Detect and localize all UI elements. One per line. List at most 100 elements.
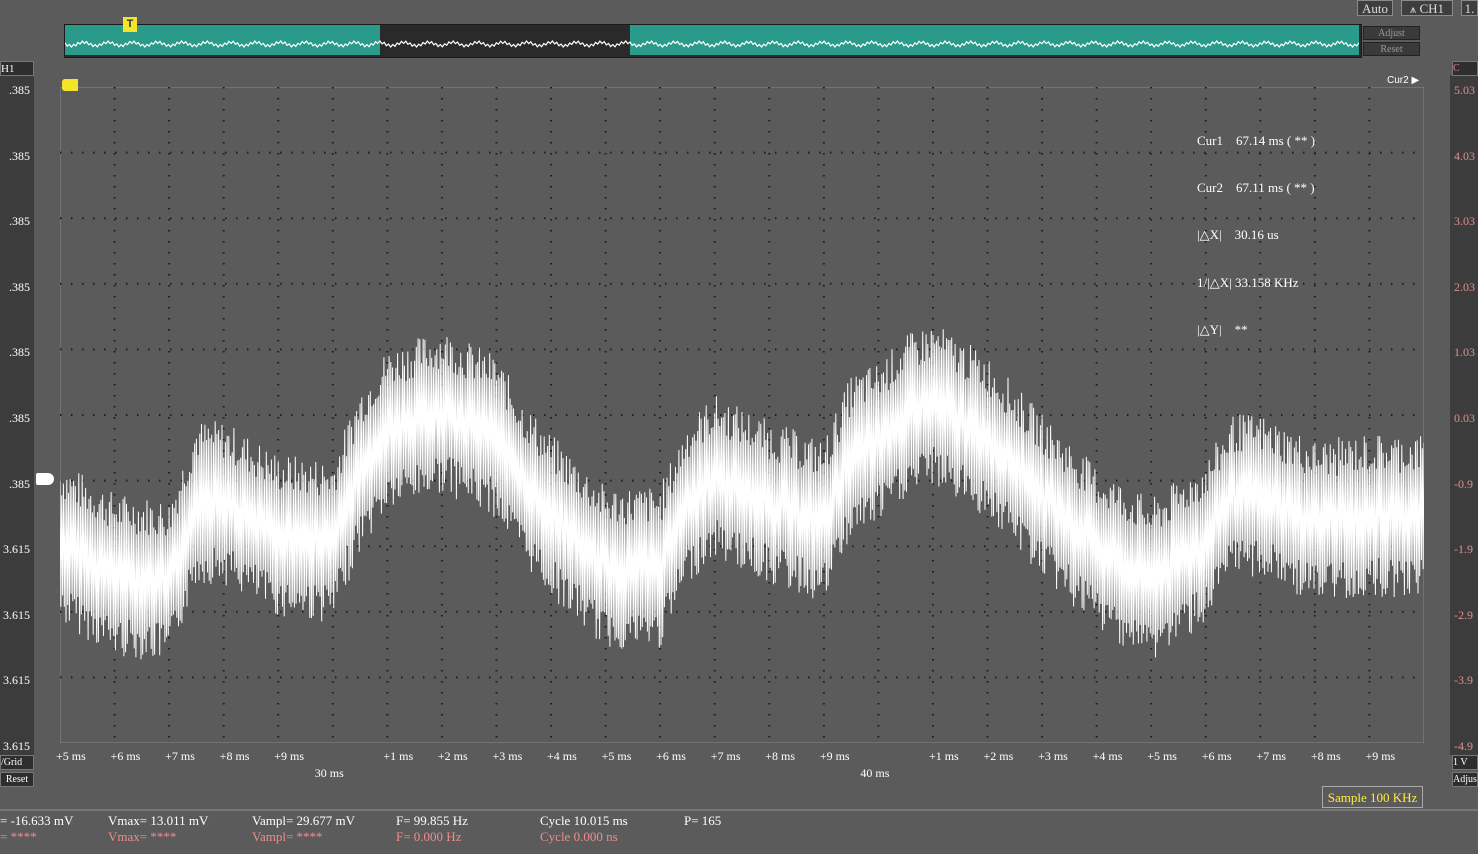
x-axis-tick-label: +7 ms <box>710 749 741 763</box>
waveform-trace <box>60 329 1424 660</box>
vampl-measure-ch2: Vampl= **** <box>252 829 323 844</box>
x-axis-tick-label: +4 ms <box>547 749 577 763</box>
x-axis-tick-label: +3 ms <box>1038 749 1068 763</box>
data-point <box>194 500 198 504</box>
x-axis-tick-label: +5 ms <box>1147 749 1177 763</box>
overview-fill-left <box>65 25 380 55</box>
trigger-edge-icon: ⩚ <box>1409 4 1417 16</box>
delta-y-readout: |△Y| ** <box>1197 322 1248 338</box>
data-point <box>1231 494 1235 498</box>
data-point <box>849 454 853 458</box>
trigger-marker[interactable]: T <box>123 17 137 32</box>
data-point <box>222 500 226 504</box>
x-axis-major-label: 30 ms <box>314 766 344 780</box>
left-axis-tick-label: .385 <box>9 345 30 360</box>
data-point <box>167 579 171 583</box>
x-axis-tick-label: +8 ms <box>765 749 796 763</box>
left-axis-tick-label: .385 <box>9 148 30 163</box>
cycle-measure: Cycle 10.015 ms <box>540 813 628 828</box>
data-point <box>1095 546 1099 550</box>
data-point <box>276 533 280 537</box>
x-axis-tick-label: +9 ms <box>819 749 850 763</box>
x-axis-tick-label: +4 ms <box>1092 749 1123 763</box>
cycle-measure-ch2: Cycle 0.000 ns <box>540 829 618 844</box>
data-point <box>1258 494 1262 498</box>
vmin-measure: = -16.633 mV <box>0 813 74 828</box>
channel-label: CH1 <box>1419 1 1445 16</box>
left-axis-tick-label: 3.615 <box>3 542 30 557</box>
data-point <box>358 467 362 471</box>
data-point <box>986 435 989 439</box>
volts-per-grid-button[interactable]: /Grid <box>0 755 34 770</box>
right-axis-tick-label: 5.03 <box>1454 83 1475 97</box>
right-axis-tick-label: -3.9 <box>1454 673 1473 688</box>
cursor-readout: Cur1 67.14 ms ( ** ) Cur2 67.11 ms ( ** … <box>1197 101 1315 354</box>
x-axis-tick-label: +6 ms <box>110 749 141 763</box>
overview-reset-button[interactable]: Reset <box>1363 42 1420 56</box>
x-axis-tick-label: +8 ms <box>1310 749 1341 763</box>
x-axis-tick-label: +7 ms <box>1256 749 1287 763</box>
data-point <box>685 500 689 504</box>
cursor2-tag[interactable]: Cur2 ▶ <box>1387 75 1419 86</box>
data-point <box>522 481 526 485</box>
timebase-button[interactable]: 1. <box>1461 0 1478 16</box>
frequency-measure: F= 99.855 Hz <box>396 813 468 828</box>
channel-tag-left: H1 <box>0 61 34 76</box>
data-point <box>876 441 880 445</box>
delta-x-readout: |△X| 30.16 us <box>1197 227 1279 243</box>
right-axis-tick-label: 2.03 <box>1454 279 1475 294</box>
right-scale-button[interactable]: 1 V <box>1452 755 1478 770</box>
vmax-measure-ch2: Vmax= **** <box>108 829 177 844</box>
data-point <box>1313 520 1317 524</box>
channel-select-button[interactable]: ⩚ CH1 <box>1401 0 1453 16</box>
overview-waveform <box>64 25 1360 55</box>
x-axis-tick-label: +2 ms <box>437 749 468 763</box>
right-axis-tick-label: 4.03 <box>1454 148 1475 163</box>
vampl-measure: Vampl= 29.677 mV <box>252 813 356 828</box>
frequency-measure-ch2: F= 0.000 Hz <box>396 829 462 844</box>
right-axis-tick-label: 0.03 <box>1454 411 1475 425</box>
right-axis-tick-label: -2.9 <box>1454 607 1473 622</box>
left-axis-tick-label: .385 <box>9 83 30 97</box>
inverse-delta-x-readout: 1/|△X| 33.158 KHz <box>1197 274 1299 290</box>
vmin-measure-ch2: = **** <box>0 829 37 844</box>
x-axis-tick-label: +5 ms <box>601 749 632 763</box>
pulse-count-measure: P= 165 <box>684 813 722 828</box>
left-axis-tick-label: .385 <box>9 279 30 294</box>
left-axis-tick-label: .385 <box>9 214 30 229</box>
x-axis-tick-label: +5 ms <box>56 749 86 763</box>
data-point <box>713 474 717 478</box>
right-axis-tick-label: 3.03 <box>1454 214 1475 229</box>
x-axis-tick-label: +6 ms <box>1201 749 1232 763</box>
data-point <box>1367 513 1371 517</box>
vmax-measure: Vmax= 13.011 mV <box>108 813 209 828</box>
auto-button[interactable]: Auto <box>1357 0 1393 16</box>
data-point <box>658 566 662 570</box>
right-axis-tick-label: 1.03 <box>1454 345 1475 360</box>
ground-level-marker[interactable] <box>36 473 54 485</box>
data-point <box>822 520 826 524</box>
cursor1-marker[interactable] <box>62 79 78 91</box>
data-point <box>931 402 935 406</box>
left-reset-button[interactable]: Reset <box>0 772 34 787</box>
data-point <box>385 428 389 432</box>
channel-tag-right: C <box>1452 61 1478 76</box>
left-axis-tick-label: 3.615 <box>3 607 30 622</box>
cursor1-readout: Cur1 67.14 ms ( ** ) <box>1197 132 1316 148</box>
x-axis-tick-label: +1 ms <box>928 749 959 763</box>
x-axis-tick-label: +3 ms <box>492 749 523 763</box>
x-axis-tick-label: +8 ms <box>219 749 250 763</box>
left-axis-tick-label: .385 <box>9 411 30 425</box>
data-point <box>1204 540 1208 544</box>
x-axis-tick-label: +1 ms <box>383 749 414 763</box>
right-adjust-button[interactable]: Adjus <box>1452 772 1478 787</box>
x-axis-tick-label: +9 ms <box>274 749 305 763</box>
adjust-button[interactable]: Adjust <box>1363 26 1420 40</box>
sample-rate-indicator[interactable]: Sample 100 KHz <box>1322 786 1423 808</box>
data-point <box>440 408 444 412</box>
trigger-marker-label: T <box>126 18 134 30</box>
overview-strip[interactable] <box>64 24 1362 58</box>
x-axis-tick-label: +2 ms <box>983 749 1014 763</box>
data-point <box>331 540 335 544</box>
data-point <box>1040 494 1044 498</box>
